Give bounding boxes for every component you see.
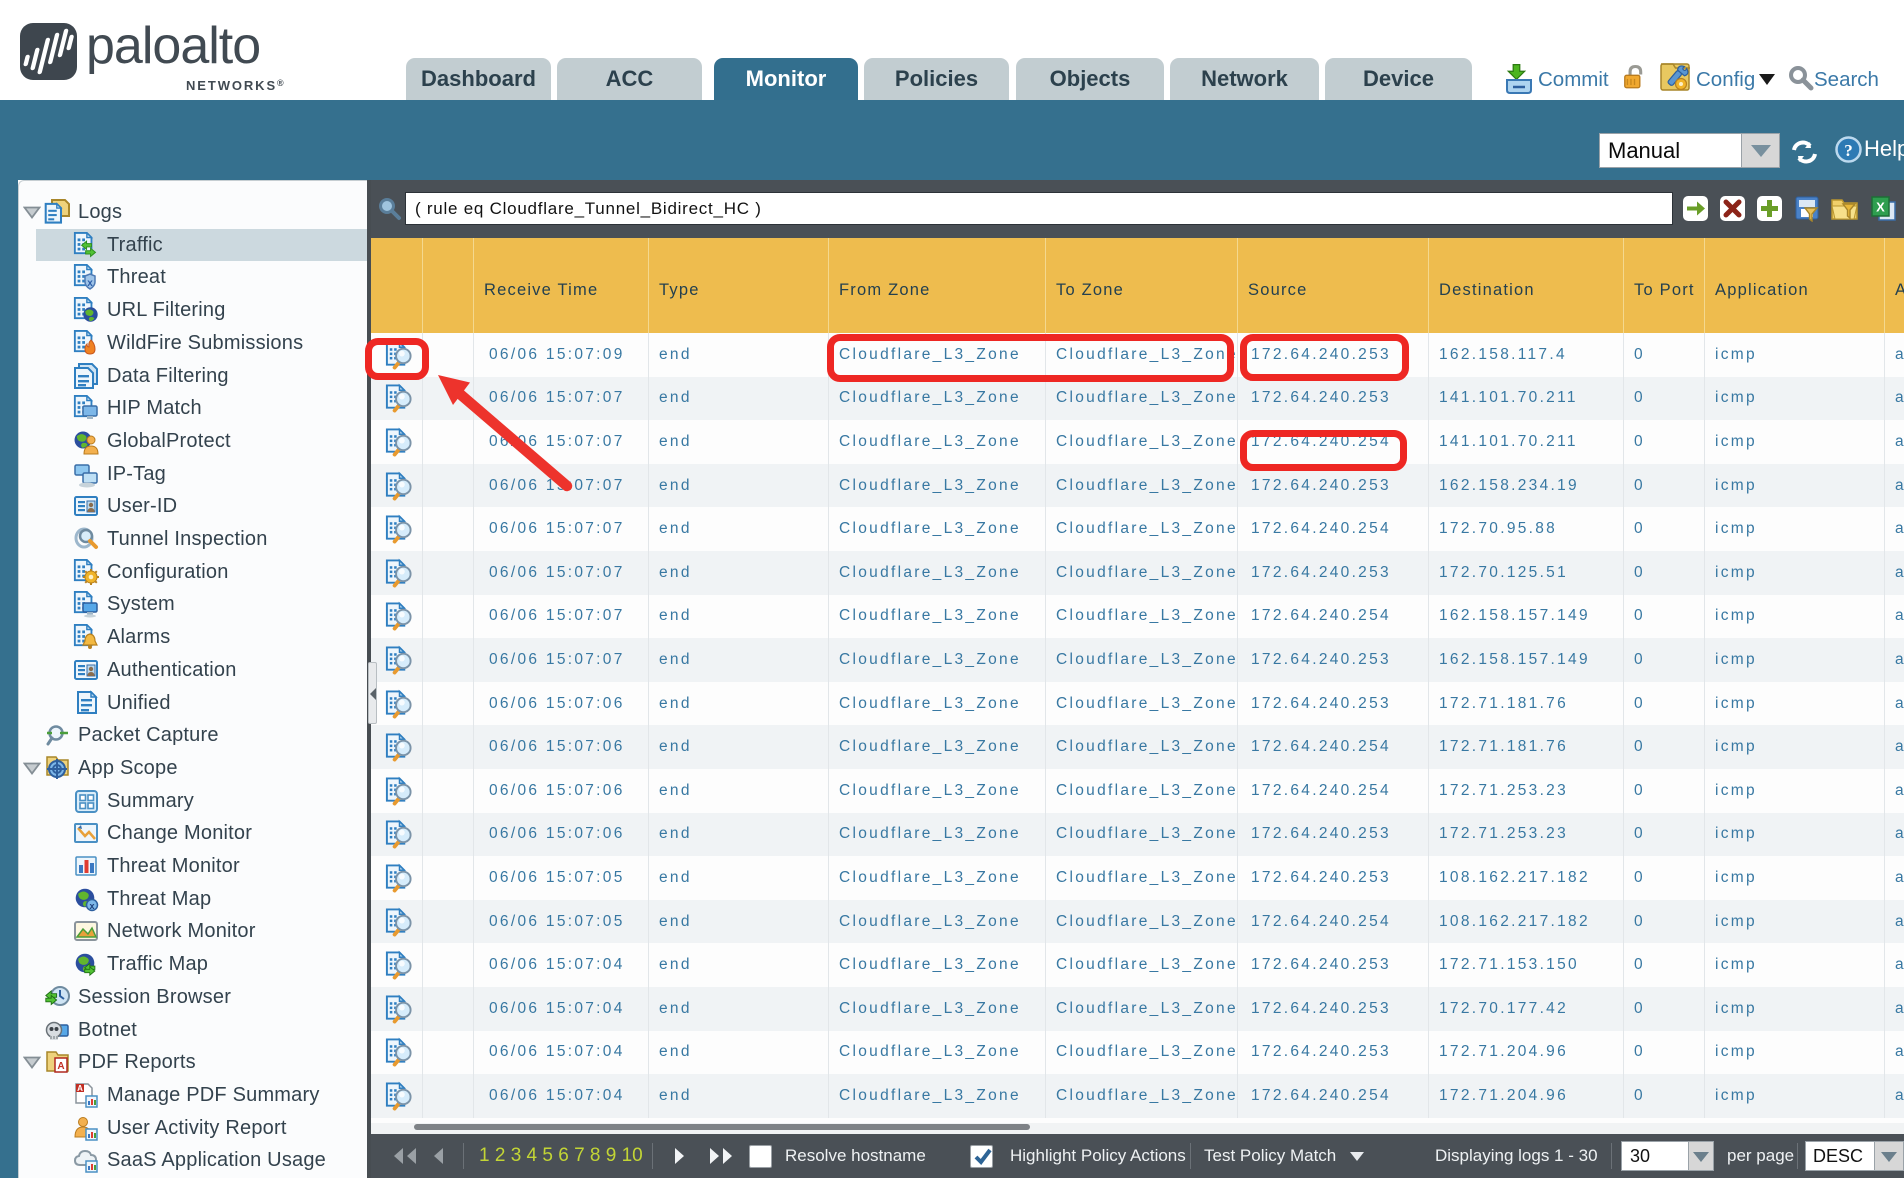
svg-text:?: ? <box>1844 141 1853 160</box>
svg-text:X: X <box>1876 200 1885 215</box>
svg-text:x: x <box>89 901 94 911</box>
svg-text:A: A <box>77 1084 83 1093</box>
svg-text:A: A <box>57 1061 64 1072</box>
svg-text:x: x <box>87 278 93 289</box>
